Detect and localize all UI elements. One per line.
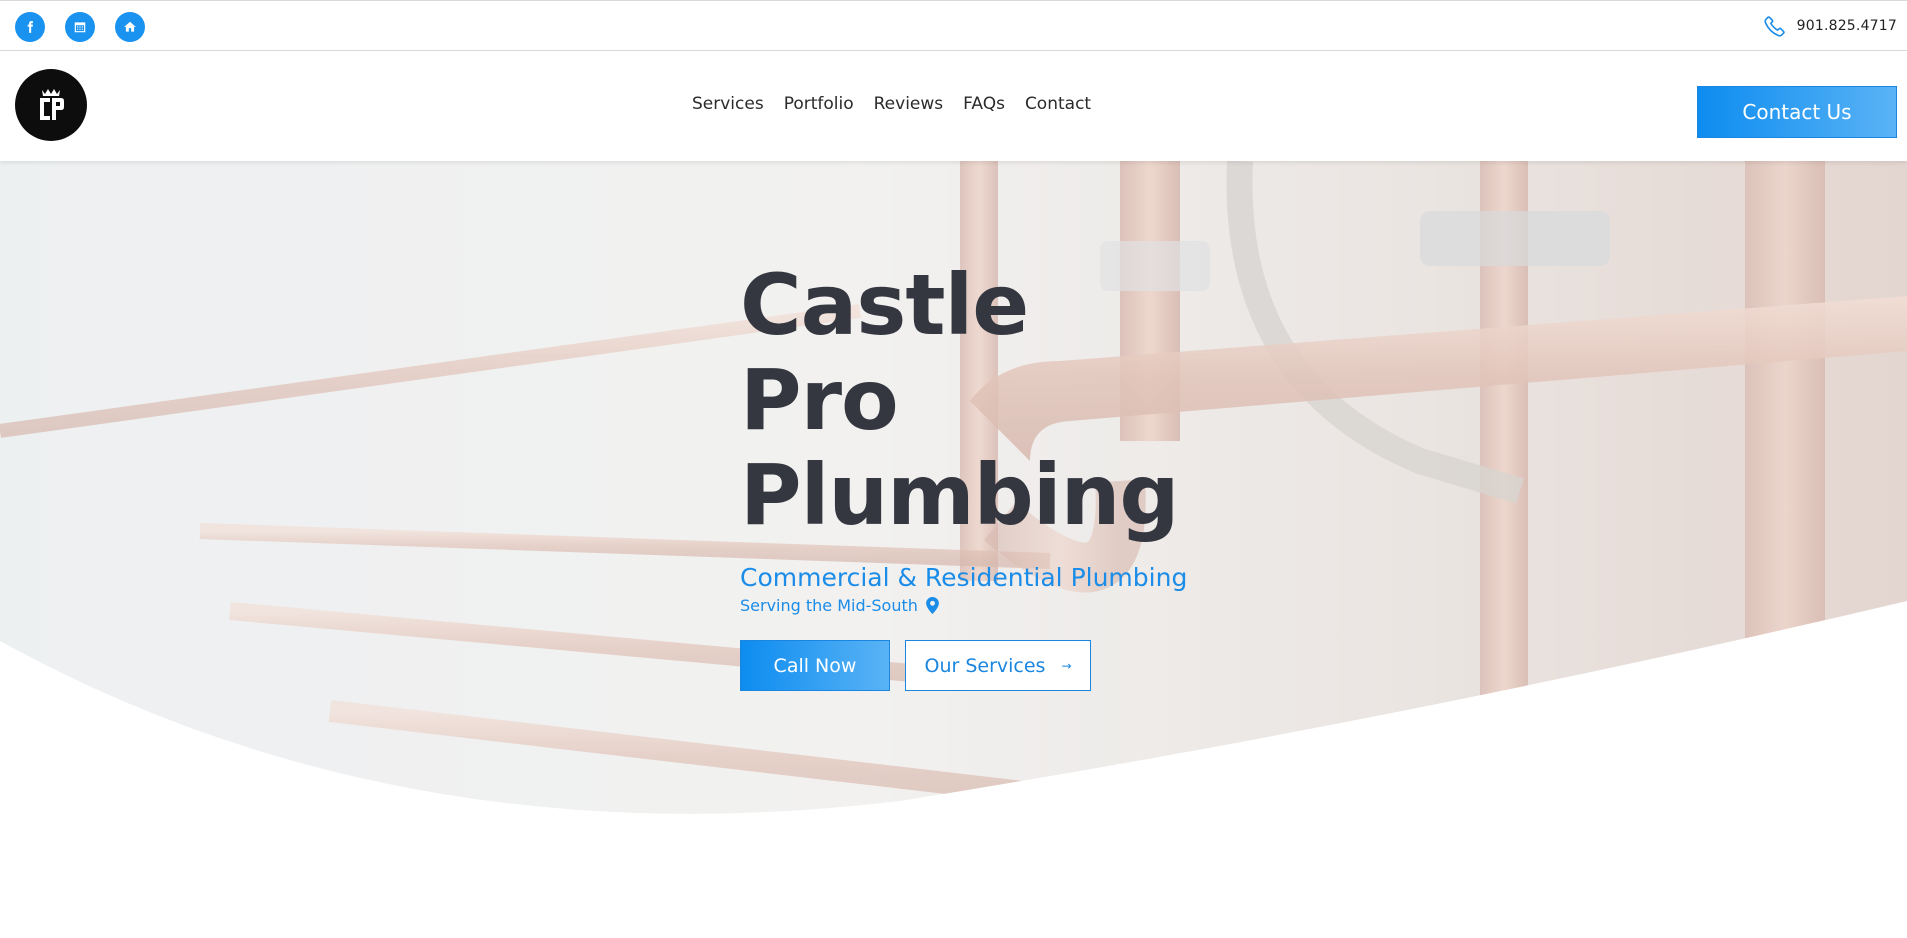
top-bar: 901.825.4717	[0, 0, 1907, 51]
hero-title-line: Pro	[740, 351, 899, 449]
facebook-link[interactable]	[15, 12, 45, 42]
phone-icon	[1764, 16, 1785, 37]
calendar-link[interactable]	[65, 12, 95, 42]
nav-item-reviews[interactable]: Reviews	[874, 94, 944, 114]
nav-item-faqs[interactable]: FAQs	[963, 94, 1005, 114]
nav-item-services[interactable]: Services	[692, 94, 764, 114]
our-services-button[interactable]: Our Services →	[905, 640, 1091, 691]
hero-title-line: Plumbing	[740, 446, 1180, 544]
our-services-label: Our Services	[924, 654, 1046, 677]
main-nav: Services Portfolio Reviews FAQs Contact	[692, 94, 1111, 114]
nav-item-contact[interactable]: Contact	[1025, 94, 1091, 114]
service-area: Serving the Mid-South	[740, 596, 939, 615]
phone-number[interactable]: 901.825.4717	[1797, 18, 1897, 34]
nav-item-portfolio[interactable]: Portfolio	[784, 94, 854, 114]
service-area-text: Serving the Mid-South	[740, 596, 918, 615]
hero-section: Castle Pro Plumbing Commercial & Residen…	[0, 161, 1907, 938]
call-now-button[interactable]: Call Now	[740, 640, 890, 691]
phone-link[interactable]: 901.825.4717	[1763, 14, 1897, 38]
home-link[interactable]	[115, 12, 145, 42]
hero-tagline: Commercial & Residential Plumbing	[740, 563, 1188, 592]
hero-title-line: Castle	[740, 256, 1029, 354]
facebook-icon	[27, 21, 33, 33]
arrow-right-icon: →	[1061, 658, 1072, 673]
main-header: Services Portfolio Reviews FAQs Contact …	[0, 51, 1907, 161]
calendar-icon	[74, 22, 86, 33]
castle-pro-logo	[40, 89, 64, 120]
contact-us-button[interactable]: Contact Us	[1697, 86, 1897, 138]
location-pin-icon	[926, 597, 939, 614]
hero-title: Castle Pro Plumbing	[740, 256, 1180, 544]
home-icon	[124, 21, 136, 32]
logo[interactable]	[15, 69, 87, 141]
page: 901.825.4717 Services Portfolio Reviews …	[0, 0, 1907, 938]
